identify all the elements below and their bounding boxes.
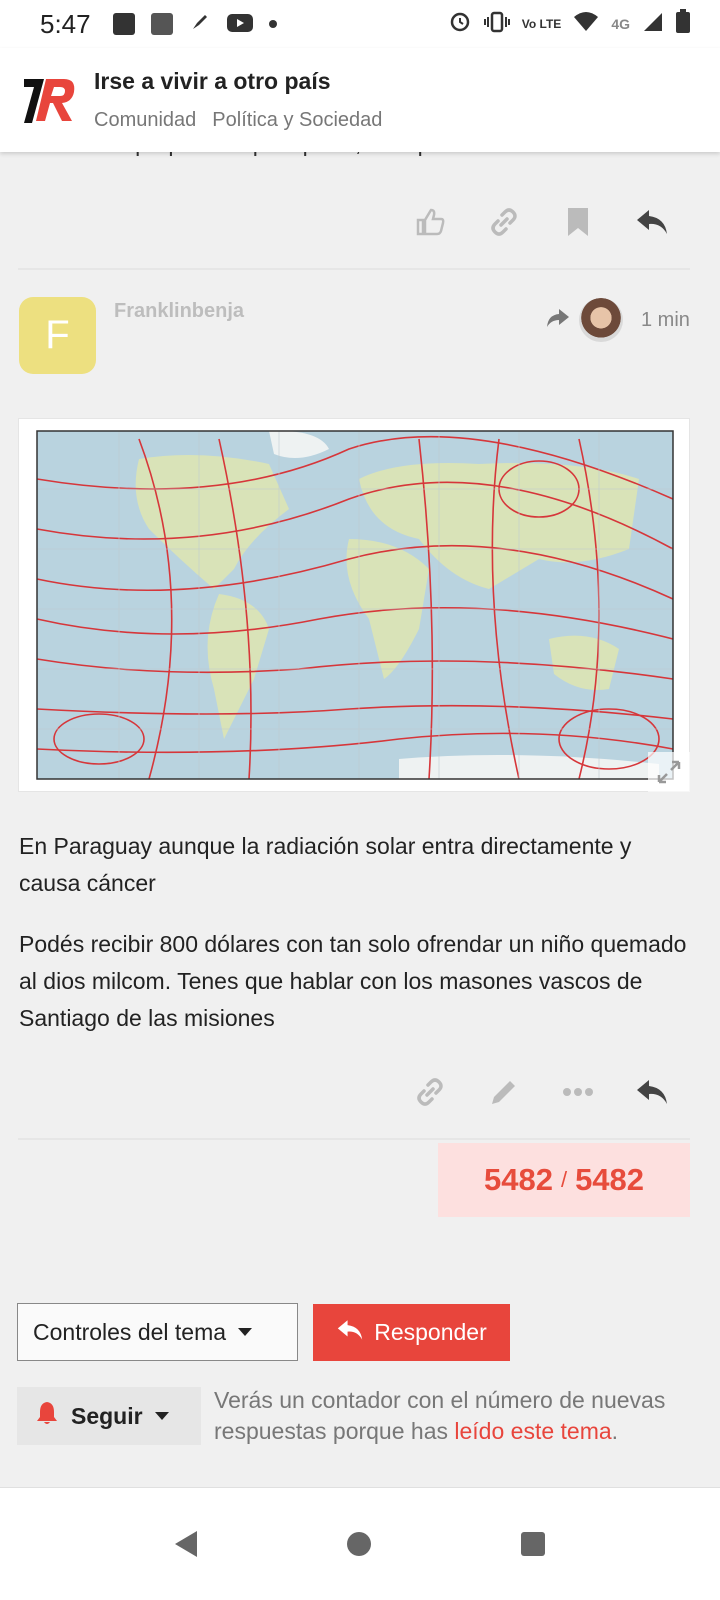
home-icon[interactable] [347,1532,371,1556]
reply-button-label: Responder [374,1319,487,1345]
replied-user-avatar[interactable] [579,298,623,342]
vibrate-icon [483,9,510,40]
chevron-down-icon [238,1328,253,1336]
post-time[interactable]: 1 min [641,309,690,332]
progress-separator: / [560,1167,568,1192]
post-paragraph-2: Podés recibir 800 dólares con tan solo o… [19,931,687,1031]
topic-progress[interactable]: 5482 / 5482 [438,1143,690,1217]
follow-dropdown[interactable]: Seguir [17,1387,201,1445]
username[interactable]: Franklinbenja [114,300,244,323]
post-divider [18,1138,690,1140]
post-paragraph-1: En Paraguay aunque la radiación solar en… [19,833,632,896]
topic-title[interactable]: Irse a vivir a otro país [94,68,382,95]
status-time: 5:47 [40,8,91,39]
notification-icons [112,9,277,40]
status-bar: 5:47 Vo LTE 4G [0,0,720,48]
back-icon[interactable] [175,1531,197,1557]
progress-current: 5482 [483,1162,553,1197]
reply-arrow-icon [545,307,571,334]
like-icon[interactable] [410,202,450,242]
topic-controls-label: Controles del tema [33,1318,227,1345]
wifi-icon [573,9,599,40]
system-nav-bar [0,1487,720,1600]
youtube-icon [226,9,253,40]
tracking-note-end: . [611,1418,619,1444]
bookmark-icon[interactable] [558,202,598,242]
breadcrumb: Comunidad Política y Sociedad [94,109,382,132]
more-notifications-icon [268,20,277,28]
more-options-icon[interactable] [558,1072,598,1112]
chevron-down-icon [154,1412,169,1420]
image-icon [112,13,135,35]
alarm-icon [448,9,472,40]
reply-icon[interactable] [632,202,672,242]
reply-icon[interactable] [632,1072,672,1112]
reply-to-meta[interactable]: 1 min [545,298,690,342]
previous-post-actions [410,202,672,242]
read-topic-link[interactable]: leído este tema [454,1418,611,1444]
topic-header: Irse a vivir a otro país Comunidad Polít… [0,48,720,152]
tracking-note: Verás un contador con el número de nueva… [214,1385,694,1447]
battery-icon [676,8,690,40]
link-icon[interactable] [410,1072,450,1112]
post-divider [18,268,690,270]
progress-total: 5482 [575,1162,645,1197]
topic-controls-dropdown[interactable]: Controles del tema [17,1303,298,1361]
forum-logo[interactable] [22,75,78,125]
bell-icon [35,1400,59,1432]
rocket-icon [189,9,211,40]
signal-icon [642,9,664,40]
link-icon[interactable] [484,202,524,242]
system-icons: Vo LTE 4G [448,8,690,40]
recent-apps-icon[interactable] [521,1532,545,1556]
reply-icon [336,1317,364,1349]
edit-icon[interactable] [484,1072,524,1112]
post-image-map[interactable] [18,418,690,792]
network-type-label: 4G [611,16,630,32]
category-link-politica[interactable]: Política y Sociedad [212,109,382,132]
user-avatar[interactable]: F [19,297,96,374]
category-link-comunidad[interactable]: Comunidad [94,109,196,132]
news-icon [150,13,173,35]
reply-button[interactable]: Responder [313,1304,510,1361]
expand-image-icon[interactable] [648,752,690,792]
follow-label: Seguir [71,1402,143,1429]
post-actions [410,1072,672,1112]
volte-label: Vo LTE [521,17,562,31]
